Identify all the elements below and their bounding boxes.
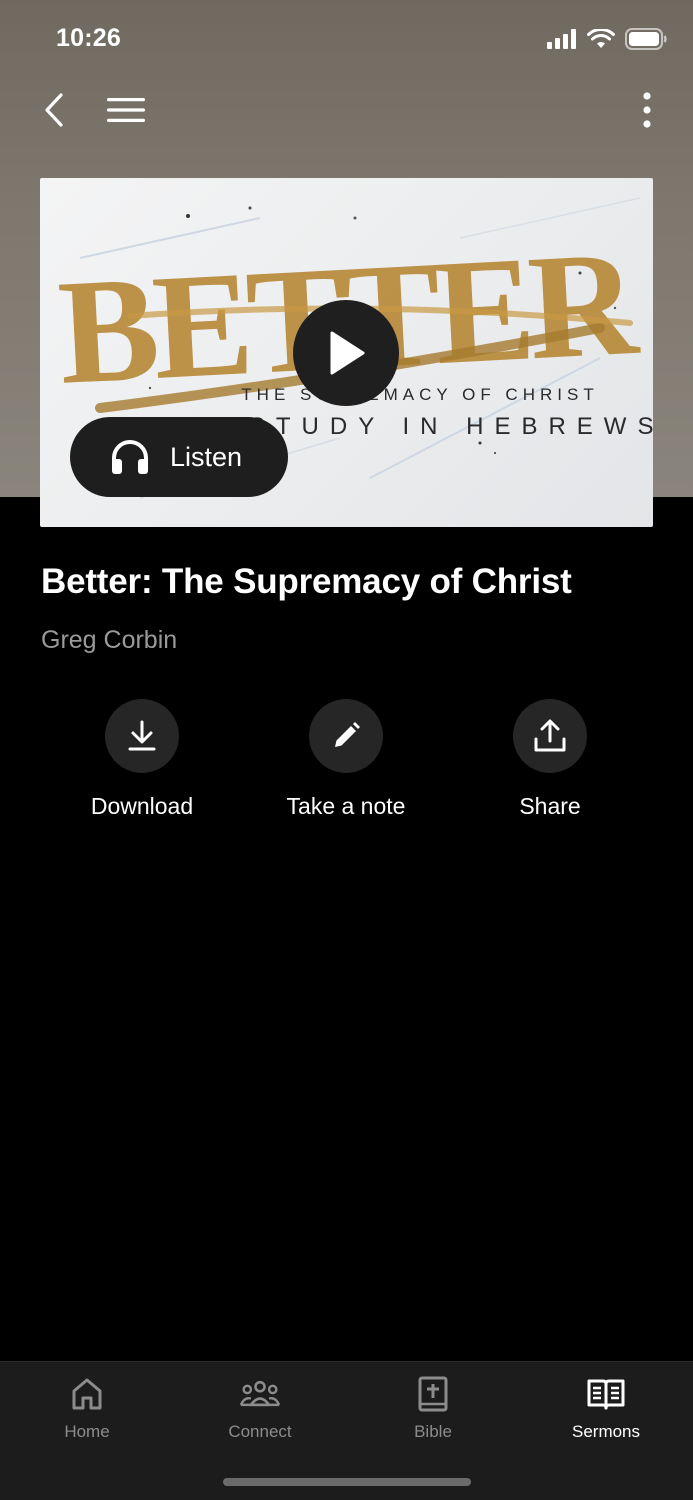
- download-label: Download: [90, 793, 194, 819]
- bible-icon: [413, 1374, 453, 1414]
- back-button[interactable]: [34, 88, 74, 132]
- home-icon: [67, 1374, 107, 1414]
- take-note-button[interactable]: [309, 699, 383, 773]
- share-label: Share: [519, 793, 581, 819]
- headphones-icon: [112, 440, 148, 474]
- wifi-icon: [587, 29, 615, 48]
- speaker-name: Greg Corbin: [41, 626, 178, 654]
- battery-icon: [625, 28, 667, 50]
- tab-home[interactable]: Home: [27, 1374, 147, 1442]
- listen-label: Listen: [170, 441, 243, 472]
- sermon-title: Better: The Supremacy of Christ: [41, 562, 572, 601]
- more-vertical-icon: [643, 92, 651, 128]
- menu-button[interactable]: [104, 92, 148, 128]
- tab-home-label: Home: [64, 1422, 110, 1441]
- download-icon: [128, 720, 156, 751]
- hamburger-icon: [107, 98, 145, 122]
- status-bar: 10:26: [0, 0, 693, 80]
- download-action[interactable]: Download: [42, 699, 242, 820]
- download-button[interactable]: [105, 699, 179, 773]
- take-note-label: Take a note: [286, 793, 406, 819]
- listen-button[interactable]: Listen: [70, 417, 288, 497]
- play-button[interactable]: [293, 300, 399, 406]
- status-time: 10:26: [56, 24, 121, 52]
- open-book-icon: [586, 1374, 626, 1414]
- chevron-left-icon: [45, 93, 63, 127]
- artwork-subtitle-line1: THE SUPREMACY OF CHRIST: [241, 385, 598, 404]
- share-icon: [534, 719, 566, 752]
- action-row: Download Take a note Share: [0, 699, 693, 829]
- play-icon: [330, 331, 365, 375]
- pencil-icon: [335, 722, 360, 747]
- status-icons: [547, 28, 667, 50]
- tab-sermons-label: Sermons: [571, 1422, 641, 1441]
- tab-bible[interactable]: Bible: [373, 1374, 493, 1442]
- home-indicator: [223, 1478, 471, 1486]
- take-note-action[interactable]: Take a note: [246, 699, 446, 820]
- share-action[interactable]: Share: [450, 699, 650, 820]
- sermon-artwork: BETTER THE SUPREMACY OF CHRIST A STUDY I…: [40, 178, 653, 527]
- more-options-button[interactable]: [637, 88, 657, 132]
- tab-connect[interactable]: Connect: [200, 1374, 320, 1442]
- tab-connect-label: Connect: [228, 1422, 292, 1441]
- tab-bible-label: Bible: [414, 1422, 452, 1441]
- tab-sermons[interactable]: Sermons: [546, 1374, 666, 1442]
- cellular-signal-icon: [547, 29, 576, 49]
- people-icon: [240, 1374, 280, 1414]
- share-button[interactable]: [513, 699, 587, 773]
